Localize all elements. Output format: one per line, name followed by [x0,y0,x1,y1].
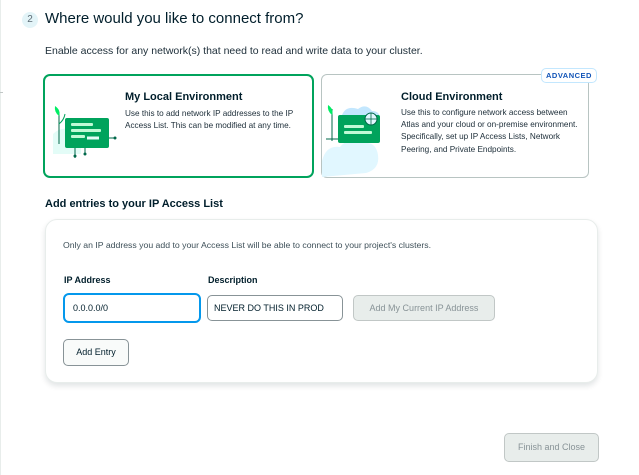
add-entry-button[interactable]: Add Entry [63,339,129,366]
local-environment-icon [51,104,117,163]
step-description: Enable access for any network(s) that ne… [45,45,423,57]
cloud-environment-card[interactable]: Cloud Environment Use this to configure … [321,74,589,178]
cloud-environment-title: Cloud Environment [401,91,503,103]
ip-address-label: IP Address [64,275,111,285]
step-number-badge: 2 [22,12,38,28]
access-list-heading: Add entries to your IP Access List [45,198,223,210]
cloud-environment-description: Use this to configure network access bet… [401,108,578,154]
cloud-environment-icon [322,101,392,182]
ip-address-input[interactable] [63,293,201,323]
local-environment-description: Use this to add network IP addresses to … [125,109,294,131]
advanced-badge: ADVANCED [541,68,597,83]
description-label: Description [208,275,258,285]
access-list-note: Only an IP address you add to your Acces… [63,240,432,250]
local-environment-title: My Local Environment [125,91,243,103]
step-title: Where would you like to connect from? [45,10,304,27]
left-divider [0,0,1,475]
left-divider-tick [0,92,3,93]
description-input[interactable] [207,295,343,321]
finish-and-close-button[interactable]: Finish and Close [504,433,599,462]
local-environment-card[interactable]: My Local Environment Use this to add net… [43,74,314,178]
add-current-ip-button[interactable]: Add My Current IP Address [353,295,495,321]
